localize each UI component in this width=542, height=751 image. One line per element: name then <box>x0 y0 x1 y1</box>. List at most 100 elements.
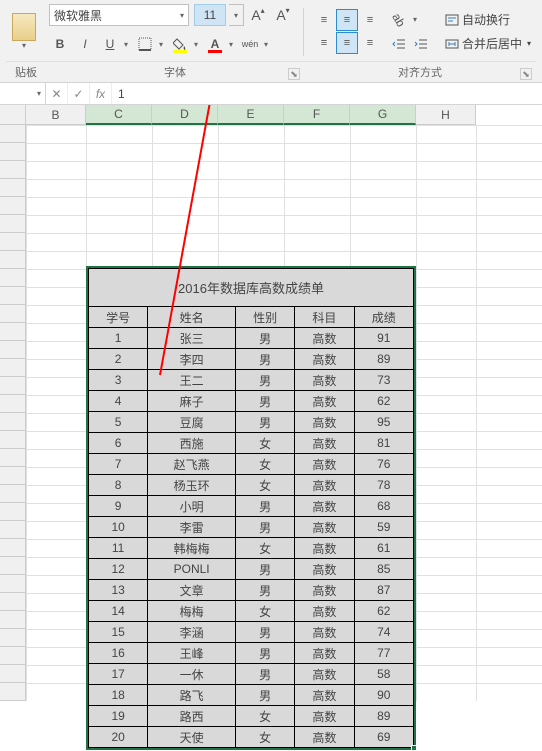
table-cell[interactable]: 7 <box>89 454 148 475</box>
col-header-F[interactable]: F <box>284 105 350 125</box>
table-cell[interactable]: 78 <box>354 475 413 496</box>
table-cell[interactable]: 73 <box>354 370 413 391</box>
table-cell[interactable]: 天使 <box>148 727 236 748</box>
row-header[interactable] <box>0 197 26 215</box>
table-cell[interactable]: 女 <box>236 454 295 475</box>
orientation-button[interactable]: ab <box>388 9 410 31</box>
phonetic-dropdown[interactable]: ▾ <box>261 33 271 55</box>
row-header[interactable] <box>0 629 26 647</box>
table-cell[interactable]: 女 <box>236 601 295 622</box>
table-col-header[interactable]: 学号 <box>89 307 148 328</box>
table-cell[interactable]: 女 <box>236 475 295 496</box>
row-header[interactable] <box>0 557 26 575</box>
row-header[interactable] <box>0 341 26 359</box>
spreadsheet-grid[interactable]: B C D E F G H 2016年数据库高数成绩单 学号姓名性别科目成绩 1… <box>0 105 542 685</box>
table-cell[interactable]: 韩梅梅 <box>148 538 236 559</box>
table-cell[interactable]: 杨玉环 <box>148 475 236 496</box>
table-cell[interactable]: 62 <box>354 391 413 412</box>
col-header-C[interactable]: C <box>86 105 152 125</box>
table-cell[interactable]: 3 <box>89 370 148 391</box>
row-header[interactable] <box>0 431 26 449</box>
table-cell[interactable]: 高数 <box>295 601 354 622</box>
table-cell[interactable]: 高数 <box>295 454 354 475</box>
row-header[interactable] <box>0 179 26 197</box>
table-cell[interactable]: 男 <box>236 349 295 370</box>
table-cell[interactable]: 一休 <box>148 664 236 685</box>
merge-dropdown[interactable]: ▾ <box>527 39 531 48</box>
row-header[interactable] <box>0 269 26 287</box>
col-header-E[interactable]: E <box>218 105 284 125</box>
row-header[interactable] <box>0 611 26 629</box>
font-dialog-launcher[interactable]: ⬊ <box>288 68 300 80</box>
col-header-G[interactable]: G <box>350 105 416 125</box>
align-dialog-launcher[interactable]: ⬊ <box>520 68 532 80</box>
table-cell[interactable]: 15 <box>89 622 148 643</box>
table-cell[interactable]: 男 <box>236 643 295 664</box>
table-cell[interactable]: 11 <box>89 538 148 559</box>
table-cell[interactable]: 女 <box>236 538 295 559</box>
table-cell[interactable]: 69 <box>354 727 413 748</box>
table-cell[interactable]: 高数 <box>295 622 354 643</box>
table-cell[interactable]: 1 <box>89 328 148 349</box>
formula-input[interactable]: 1 <box>112 87 542 101</box>
decrease-indent-button[interactable] <box>388 33 410 55</box>
row-header[interactable] <box>0 395 26 413</box>
table-cell[interactable]: 女 <box>236 433 295 454</box>
row-header[interactable] <box>0 305 26 323</box>
table-cell[interactable]: 8 <box>89 475 148 496</box>
table-cell[interactable]: 男 <box>236 664 295 685</box>
table-cell[interactable]: 女 <box>236 727 295 748</box>
fill-handle[interactable] <box>411 745 417 751</box>
table-cell[interactable]: 高数 <box>295 391 354 412</box>
table-cell[interactable]: 9 <box>89 496 148 517</box>
table-cell[interactable]: 61 <box>354 538 413 559</box>
row-header[interactable] <box>0 539 26 557</box>
row-header[interactable] <box>0 413 26 431</box>
table-cell[interactable]: 男 <box>236 391 295 412</box>
table-cell[interactable]: 91 <box>354 328 413 349</box>
table-cell[interactable]: 男 <box>236 559 295 580</box>
table-cell[interactable]: 男 <box>236 580 295 601</box>
merge-center-button[interactable]: 合并后居中 ▾ <box>441 33 535 55</box>
table-cell[interactable]: 12 <box>89 559 148 580</box>
phonetic-button[interactable]: wén <box>239 33 261 55</box>
table-cell[interactable]: 59 <box>354 517 413 538</box>
row-header[interactable] <box>0 593 26 611</box>
row-header[interactable] <box>0 449 26 467</box>
row-header[interactable] <box>0 359 26 377</box>
paste-button[interactable]: ▾ <box>6 13 42 50</box>
table-cell[interactable]: 高数 <box>295 433 354 454</box>
row-header[interactable] <box>0 647 26 665</box>
col-header-B[interactable]: B <box>26 105 86 125</box>
table-cell[interactable]: 高数 <box>295 349 354 370</box>
table-cell[interactable]: 路飞 <box>148 685 236 706</box>
row-header[interactable] <box>0 521 26 539</box>
col-header-H[interactable]: H <box>416 105 476 125</box>
table-cell[interactable]: 路西 <box>148 706 236 727</box>
row-header[interactable] <box>0 665 26 683</box>
table-col-header[interactable]: 科目 <box>295 307 354 328</box>
name-box[interactable]: ▾ <box>0 83 46 104</box>
table-cell[interactable]: 85 <box>354 559 413 580</box>
table-cell[interactable]: 高数 <box>295 328 354 349</box>
table-cell[interactable]: 张三 <box>148 328 236 349</box>
row-header[interactable] <box>0 575 26 593</box>
table-cell[interactable]: 麻子 <box>148 391 236 412</box>
row-header[interactable] <box>0 503 26 521</box>
col-header-D[interactable]: D <box>152 105 218 125</box>
align-left-button[interactable]: ≡ <box>313 32 335 54</box>
table-cell[interactable]: 高数 <box>295 496 354 517</box>
row-header[interactable] <box>0 683 26 701</box>
table-cell[interactable]: 77 <box>354 643 413 664</box>
row-header[interactable] <box>0 161 26 179</box>
table-cell[interactable]: 4 <box>89 391 148 412</box>
table-cell[interactable]: 李雷 <box>148 517 236 538</box>
row-header[interactable] <box>0 287 26 305</box>
underline-dropdown[interactable]: ▾ <box>121 33 131 55</box>
table-cell[interactable]: 95 <box>354 412 413 433</box>
align-right-button[interactable]: ≡ <box>359 32 381 54</box>
table-cell[interactable]: 高数 <box>295 475 354 496</box>
border-dropdown[interactable]: ▾ <box>156 33 166 55</box>
cancel-icon[interactable]: ✕ <box>46 83 68 104</box>
font-size-dropdown[interactable]: ▾ <box>229 4 244 26</box>
